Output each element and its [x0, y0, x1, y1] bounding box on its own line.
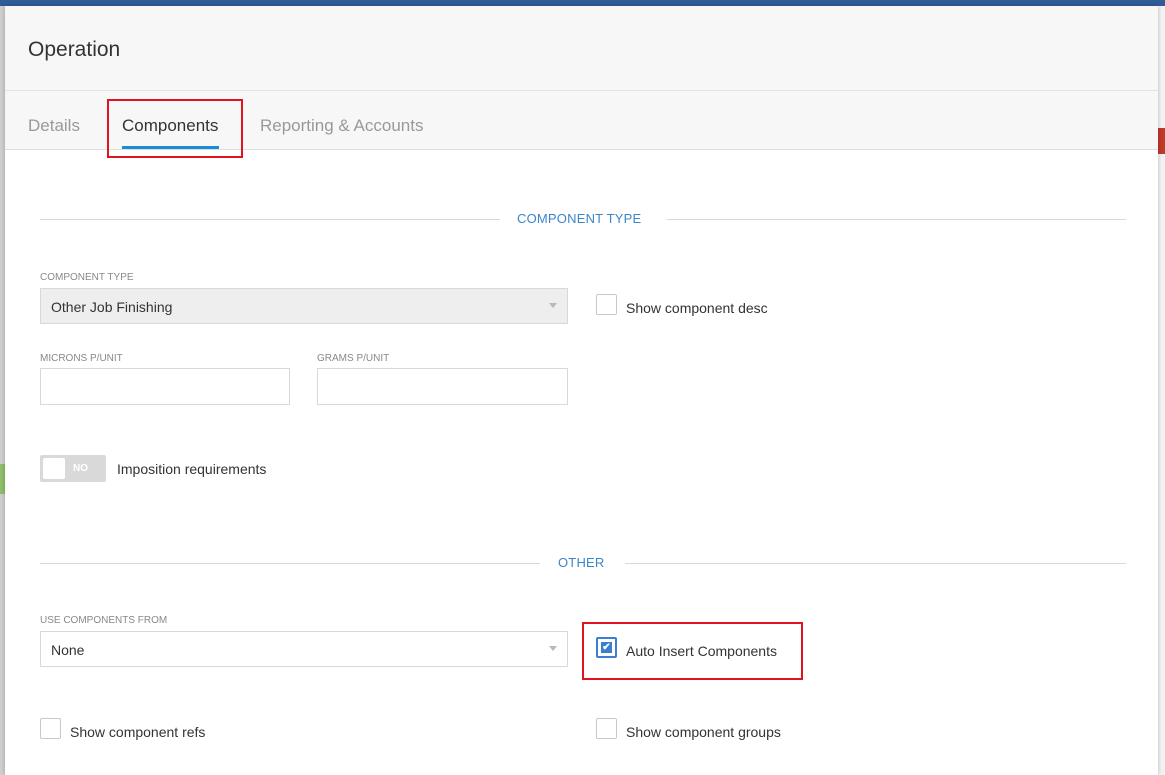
show-component-groups-checkbox[interactable] — [596, 718, 617, 739]
tab-reporting-accounts[interactable]: Reporting & Accounts — [260, 116, 423, 136]
use-components-from-value: None — [51, 642, 85, 658]
component-type-value: Other Job Finishing — [51, 299, 173, 315]
microns-per-unit-label: MICRONS P/UNIT — [40, 353, 123, 364]
toggle-state-text: NO — [73, 463, 88, 474]
operation-dialog: Operation Details Components Reporting &… — [5, 6, 1158, 775]
section-heading-other: OTHER — [558, 555, 605, 570]
grams-per-unit-label: GRAMS P/UNIT — [317, 353, 390, 364]
show-component-desc-label: Show component desc — [626, 300, 768, 316]
section-divider-left — [40, 563, 540, 564]
active-tab-indicator — [122, 146, 219, 149]
dialog-title: Operation — [28, 38, 121, 61]
show-component-refs-label: Show component refs — [70, 724, 206, 740]
dialog-header: Operation — [5, 6, 1158, 91]
section-divider-right — [667, 219, 1126, 220]
section-divider-right — [625, 563, 1126, 564]
background-right-edge — [1158, 6, 1165, 775]
grams-per-unit-input[interactable] — [317, 368, 568, 405]
section-divider-left — [40, 219, 500, 220]
background-strip — [1158, 128, 1165, 154]
show-component-groups-label: Show component groups — [626, 724, 781, 740]
component-type-label: COMPONENT TYPE — [40, 272, 134, 283]
imposition-requirements-toggle[interactable]: NO — [40, 455, 106, 482]
tab-components[interactable]: Components — [122, 116, 218, 136]
chevron-down-icon — [549, 303, 557, 308]
component-type-select[interactable]: Other Job Finishing — [40, 288, 568, 324]
microns-per-unit-input[interactable] — [40, 368, 290, 405]
auto-insert-components-checkbox[interactable]: ✔ — [596, 637, 617, 658]
use-components-from-label: USE COMPONENTS FROM — [40, 615, 168, 626]
auto-insert-components-label: Auto Insert Components — [626, 643, 777, 659]
checkmark-icon: ✔ — [601, 642, 612, 653]
tab-details[interactable]: Details — [28, 116, 80, 136]
tab-bar: Details Components Reporting & Accounts — [5, 91, 1158, 150]
imposition-requirements-label: Imposition requirements — [117, 461, 267, 477]
show-component-refs-checkbox[interactable] — [40, 718, 61, 739]
use-components-from-select[interactable]: None — [40, 631, 568, 667]
show-component-desc-checkbox[interactable] — [596, 294, 617, 315]
toggle-knob — [43, 458, 65, 479]
chevron-down-icon — [549, 646, 557, 651]
section-heading-component-type: COMPONENT TYPE — [517, 211, 642, 226]
